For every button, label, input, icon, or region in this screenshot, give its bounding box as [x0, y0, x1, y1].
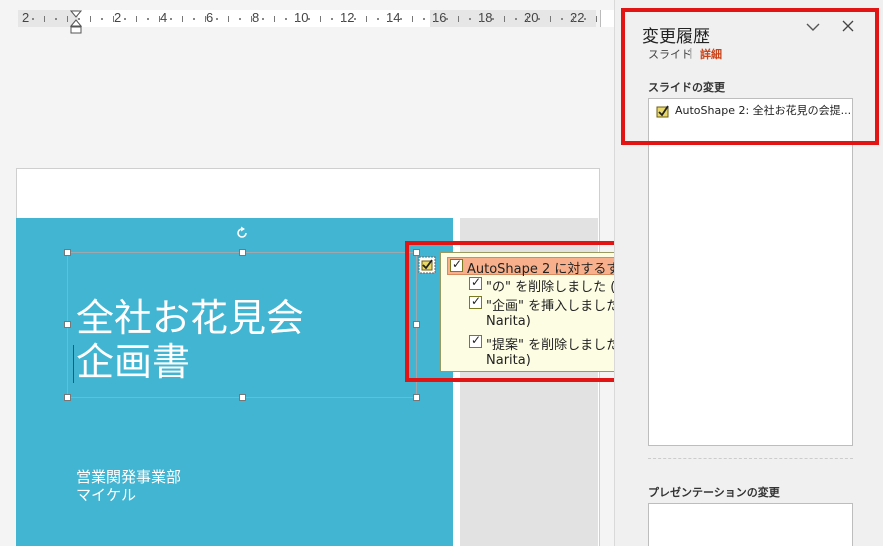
presentation-changes-list[interactable]: [648, 503, 853, 546]
ruler-tick: [308, 18, 310, 20]
ruler-tick: [343, 16, 344, 22]
slide-title-line: 企画書: [76, 340, 191, 384]
ruler-end: [600, 10, 614, 27]
ruler-tick: [366, 16, 367, 22]
ruler-tick: [136, 16, 137, 22]
slide-editor: 2 2 4 6 8 10 12 14 16 18 20 22 全社お花見会 企画…: [0, 0, 718, 546]
slide-title-line: 全社お花見会: [76, 296, 305, 340]
ruler-number: 4: [160, 10, 168, 25]
ruler-tick: [90, 16, 91, 22]
ruler-tick: [492, 18, 494, 20]
ruler-tick: [446, 18, 448, 20]
resize-handle[interactable]: [64, 321, 71, 328]
ruler-tick: [377, 18, 379, 20]
ruler-tick: [78, 18, 80, 20]
slide-title[interactable]: 全社お花見会 企画書: [76, 296, 406, 384]
ruler-tick: [538, 18, 540, 20]
ruler-tick: [228, 16, 229, 22]
ruler-tick: [400, 18, 402, 20]
rotate-handle-icon[interactable]: [235, 226, 249, 240]
ruler-tick: [596, 16, 597, 22]
ruler-tick: [527, 16, 528, 22]
ruler-tick: [124, 18, 126, 20]
ruler-tick: [435, 16, 436, 22]
ruler-tick: [205, 16, 206, 22]
ruler-tick: [262, 18, 264, 20]
ruler-tick: [182, 16, 183, 22]
resize-handle[interactable]: [64, 394, 71, 401]
ruler-tick: [147, 18, 149, 20]
pane-divider: [648, 458, 853, 459]
ruler-tick: [458, 16, 459, 22]
text-cursor: [73, 345, 74, 383]
ruler-tick: [193, 18, 195, 20]
ruler-tick: [412, 16, 413, 22]
ruler-number: 8: [252, 10, 260, 25]
slide-subtitle[interactable]: 営業関発事業部 マイケル: [76, 468, 181, 504]
ruler-tick: [67, 16, 68, 22]
ruler-tick: [550, 16, 551, 22]
ruler-tick: [44, 16, 45, 22]
ruler-tick: [354, 18, 356, 20]
indent-marker-icon[interactable]: [70, 10, 82, 34]
ruler-tick: [469, 18, 471, 20]
ruler-tick: [170, 18, 172, 20]
horizontal-ruler[interactable]: 2 2 4 6 8 10 12 14 16 18 20 22: [18, 10, 597, 34]
ruler-tick: [573, 16, 574, 22]
resize-handle[interactable]: [64, 249, 71, 256]
subtitle-line: 営業関発事業部: [76, 468, 182, 486]
ruler-tick: [32, 18, 34, 20]
ruler-tick: [515, 18, 517, 20]
annotation-highlight-box: [621, 8, 879, 145]
ruler-tick: [101, 18, 103, 20]
ruler-tick: [239, 18, 241, 20]
subtitle-line: マイケル: [76, 486, 137, 504]
ruler-tick: [481, 16, 482, 22]
ruler-tick: [320, 16, 321, 22]
ruler-tick: [389, 16, 390, 22]
ruler-number: 6: [206, 10, 214, 25]
presentation-changes-label: プレゼンテーションの変更: [648, 486, 780, 499]
resize-handle[interactable]: [413, 394, 420, 401]
ruler-tick: [274, 16, 275, 22]
ruler-tick: [251, 16, 252, 22]
ruler-tick: [504, 16, 505, 22]
ruler-number: 2: [22, 10, 30, 25]
resize-handle[interactable]: [239, 249, 246, 256]
ruler-tick: [423, 18, 425, 20]
ruler-tick: [55, 18, 57, 20]
ruler-tick: [561, 18, 563, 20]
ruler-tick: [113, 16, 114, 22]
ruler-tick: [297, 16, 298, 22]
ruler-tick: [331, 18, 333, 20]
ruler-tick: [285, 18, 287, 20]
resize-handle[interactable]: [239, 394, 246, 401]
ruler-tick: [159, 16, 160, 22]
ruler-tick: [216, 18, 218, 20]
slide-changes-list[interactable]: [648, 98, 853, 446]
ruler-tick: [584, 18, 586, 20]
ruler-number: 2: [114, 10, 122, 25]
